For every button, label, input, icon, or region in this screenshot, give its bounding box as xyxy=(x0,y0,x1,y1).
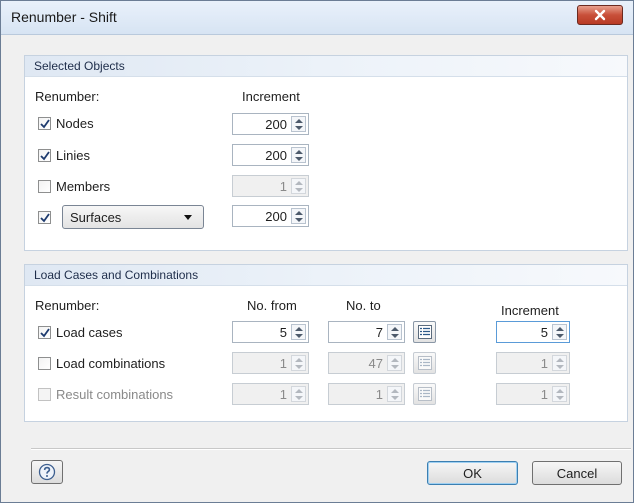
spinner-arrows[interactable] xyxy=(552,386,567,402)
spinner-arrows[interactable] xyxy=(291,147,306,163)
checkmark-icon xyxy=(40,328,50,338)
surfaces-checkbox[interactable] xyxy=(38,211,51,224)
ok-button[interactable]: OK xyxy=(427,461,518,485)
checkmark-icon xyxy=(40,151,50,161)
load-combinations-checkbox[interactable] xyxy=(38,357,51,370)
load-cases-no-to-value: 7 xyxy=(375,325,383,340)
load-combinations-increment-spinner[interactable]: 1 xyxy=(496,352,570,374)
load-combinations-no-to-spinner[interactable]: 47 xyxy=(328,352,405,374)
load-combinations-no-from-spinner[interactable]: 1 xyxy=(232,352,309,374)
close-icon xyxy=(594,9,606,21)
title-bar: Renumber - Shift xyxy=(1,1,633,35)
spinner-arrows[interactable] xyxy=(291,324,306,340)
linies-checkbox[interactable] xyxy=(38,149,51,162)
spinner-arrows[interactable] xyxy=(291,386,306,402)
increment-header: Increment xyxy=(242,89,300,104)
members-label: Members xyxy=(56,179,111,194)
nodes-label: Nodes xyxy=(56,116,94,131)
load-combinations-increment-value: 1 xyxy=(540,356,548,371)
spinner-arrows[interactable] xyxy=(291,116,306,132)
result-combinations-checkbox[interactable] xyxy=(38,388,51,401)
no-to-header: No. to xyxy=(346,298,381,313)
linies-label: Linies xyxy=(56,148,90,163)
result-combinations-no-from-spinner[interactable]: 1 xyxy=(232,383,309,405)
spinner-arrows[interactable] xyxy=(291,208,306,224)
spinner-arrows[interactable] xyxy=(387,355,402,371)
footer-separator xyxy=(31,448,631,450)
spinner-arrows[interactable] xyxy=(552,324,567,340)
linies-increment-value: 200 xyxy=(265,148,287,163)
load-cases-checkbox[interactable] xyxy=(38,326,51,339)
object-type-selected: Surfaces xyxy=(70,210,122,225)
members-increment-spinner[interactable]: 1 xyxy=(232,175,309,197)
checkmark-icon xyxy=(40,213,50,223)
selected-objects-header: Selected Objects xyxy=(25,56,627,77)
checkmark-icon xyxy=(40,119,50,129)
spinner-arrows[interactable] xyxy=(291,178,306,194)
load-combinations-label: Load combinations xyxy=(56,356,166,371)
close-button[interactable] xyxy=(577,5,623,25)
surfaces-increment-value: 200 xyxy=(265,209,287,224)
load-cases-title: Load Cases and Combinations xyxy=(34,268,199,282)
chevron-down-icon xyxy=(184,215,192,220)
result-combinations-no-from-value: 1 xyxy=(279,387,287,402)
load-cases-list-button[interactable] xyxy=(413,321,436,343)
spinner-arrows[interactable] xyxy=(291,355,306,371)
renumber-shift-dialog: Renumber - Shift Selected Objects Renumb… xyxy=(0,0,634,503)
result-combinations-label: Result combinations xyxy=(56,387,174,402)
nodes-checkbox[interactable] xyxy=(38,117,51,130)
load-combinations-no-from-value: 1 xyxy=(279,356,287,371)
linies-increment-spinner[interactable]: 200 xyxy=(232,144,309,166)
object-type-dropdown[interactable]: Surfaces xyxy=(62,205,204,229)
result-combinations-increment-spinner[interactable]: 1 xyxy=(496,383,570,405)
load-cases-header: Load Cases and Combinations xyxy=(25,265,627,286)
surfaces-increment-spinner[interactable]: 200 xyxy=(232,205,309,227)
spinner-arrows[interactable] xyxy=(552,355,567,371)
load-cases-label: Load cases xyxy=(56,325,123,340)
load-cases-increment-spinner[interactable]: 5 xyxy=(496,321,570,343)
nodes-increment-spinner[interactable]: 200 xyxy=(232,113,309,135)
selected-objects-title: Selected Objects xyxy=(34,59,125,73)
result-combinations-list-button[interactable] xyxy=(413,383,436,405)
load-cases-no-from-value: 5 xyxy=(279,325,287,340)
load-cases-increment-value: 5 xyxy=(540,325,548,340)
nodes-increment-value: 200 xyxy=(265,117,287,132)
spinner-arrows[interactable] xyxy=(387,386,402,402)
list-icon xyxy=(418,325,432,339)
result-combinations-no-to-spinner[interactable]: 1 xyxy=(328,383,405,405)
list-icon xyxy=(418,356,432,370)
result-combinations-no-to-value: 1 xyxy=(375,387,383,402)
load-combinations-no-to-value: 47 xyxy=(368,356,383,371)
no-from-header: No. from xyxy=(247,298,297,313)
help-button[interactable] xyxy=(31,460,63,484)
help-icon xyxy=(38,463,56,481)
members-increment-value: 1 xyxy=(279,179,287,194)
renumber-label: Renumber: xyxy=(35,89,100,104)
window-title: Renumber - Shift xyxy=(11,9,117,25)
load-cases-no-to-spinner[interactable]: 7 xyxy=(328,321,405,343)
renumber-label: Renumber: xyxy=(35,298,100,313)
load-cases-no-from-spinner[interactable]: 5 xyxy=(232,321,309,343)
load-combinations-list-button[interactable] xyxy=(413,352,436,374)
spinner-arrows[interactable] xyxy=(387,324,402,340)
result-combinations-increment-value: 1 xyxy=(540,387,548,402)
members-checkbox[interactable] xyxy=(38,180,51,193)
increment-header: Increment xyxy=(501,303,559,318)
cancel-button[interactable]: Cancel xyxy=(532,461,622,485)
list-icon xyxy=(418,387,432,401)
